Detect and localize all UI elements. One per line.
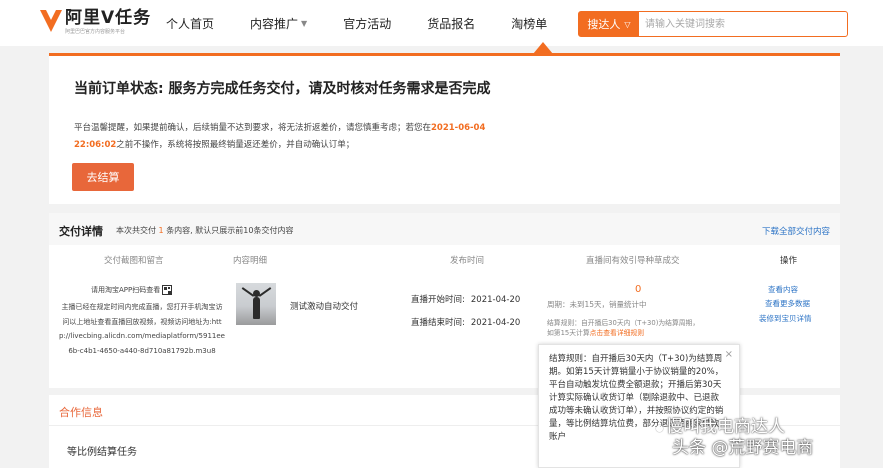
cooperation-title: 合作信息 bbox=[59, 406, 103, 419]
close-icon[interactable]: × bbox=[725, 349, 733, 360]
decorate-detail-link[interactable]: 装修到宝贝详情 bbox=[759, 313, 812, 324]
live-end-time: 直播结束时间: 2021-04-20 bbox=[411, 318, 521, 328]
rule-note-line2: 如第15天计算点击查看详细规则 bbox=[547, 329, 645, 337]
watermark-icon bbox=[656, 425, 663, 432]
chevron-down-icon: ▽ bbox=[624, 19, 631, 29]
column-header-content: 内容明细 bbox=[233, 256, 268, 266]
chevron-down-icon: ▼ bbox=[301, 19, 308, 28]
view-more-data-link[interactable]: 查看更多数据 bbox=[765, 298, 810, 309]
content-name: 测试激动自动交付 bbox=[290, 302, 359, 312]
search-type-select[interactable]: 搜达人 ▽ bbox=[579, 12, 639, 36]
content-thumbnail[interactable] bbox=[236, 283, 276, 325]
column-header-actions: 操作 bbox=[780, 256, 798, 266]
period-note: 周期：未到15天，销量统计中 bbox=[547, 300, 647, 309]
download-all-link[interactable]: 下载全部交付内容 bbox=[762, 225, 830, 237]
logo-title: 阿里V任务 bbox=[65, 8, 152, 28]
live-start-time: 直播开始时间: 2021-04-20 bbox=[411, 295, 521, 305]
column-header-publish-time: 发布时间 bbox=[450, 256, 485, 266]
search-input[interactable] bbox=[645, 15, 843, 33]
logo-subtitle: 阿里巴巴官方内容服务平台 bbox=[65, 29, 126, 35]
cooperation-task: 等比例结算任务 bbox=[67, 447, 137, 458]
qr-code-icon[interactable] bbox=[162, 285, 173, 295]
nav-item-goods-signup[interactable]: 货品报名 bbox=[427, 15, 475, 32]
nav-item-home[interactable]: 个人首页 bbox=[166, 15, 214, 32]
top-header: 阿里V任务 阿里巴巴官方内容服务平台 个人首页 内容推广 ▼ 官方活动 货品报名 … bbox=[0, 0, 883, 46]
order-status-notice: 平台温馨提醒，如果提前确认，后续销量不达到要求，将无法折返差价，请您慎重考虑；若… bbox=[74, 123, 486, 150]
logo-v-icon bbox=[40, 8, 62, 34]
deal-value: 0 bbox=[635, 284, 642, 295]
order-status-title: 当前订单状态: 服务方完成任务交付，请及时核对任务需求是否完成 bbox=[74, 81, 491, 97]
view-rules-link[interactable]: 点击查看详细规则 bbox=[590, 329, 644, 337]
settle-button[interactable]: 去结算 bbox=[72, 163, 134, 191]
column-header-live-deals: 直播间有效引导种草成交 bbox=[586, 256, 680, 266]
nav-item-official-events[interactable]: 官方活动 bbox=[343, 15, 391, 32]
delivery-header: 交付详情 本次共交付 1 条内容, 默认只展示前10条交付内容 下载全部交付内容 bbox=[49, 213, 840, 245]
nav-item-content-promotion[interactable]: 内容推广 ▼ bbox=[250, 15, 307, 32]
column-header-screenshot: 交付截图和留言 bbox=[104, 256, 164, 266]
rule-note: 结算规则：自开播后30天内（T+30)为结算周期， bbox=[547, 319, 700, 327]
order-status-card: 当前订单状态: 服务方完成任务交付，请及时核对任务需求是否完成 平台温馨提醒，如… bbox=[49, 53, 840, 204]
delivery-message: 主播已经在规定时间内完成直播，您打开手机淘宝访问以上地址查看直播回放视频，视频访… bbox=[59, 303, 225, 355]
main-nav: 个人首页 内容推广 ▼ 官方活动 货品报名 淘榜单 bbox=[166, 15, 583, 32]
qr-prompt: 请用淘宝APP扫码查看 bbox=[91, 285, 173, 295]
search-box: 搜达人 ▽ bbox=[578, 11, 848, 37]
logo[interactable]: 阿里V任务 阿里巴巴官方内容服务平台 bbox=[40, 8, 151, 36]
watermark-line2: 头条 @荒野赛电商 bbox=[672, 438, 814, 458]
delivery-summary: 本次共交付 1 条内容, 默认只展示前10条交付内容 bbox=[116, 226, 294, 235]
view-content-link[interactable]: 查看内容 bbox=[768, 284, 798, 295]
nav-item-taobao-ranking[interactable]: 淘榜单 bbox=[511, 15, 547, 32]
delivery-title: 交付详情 bbox=[59, 225, 103, 238]
